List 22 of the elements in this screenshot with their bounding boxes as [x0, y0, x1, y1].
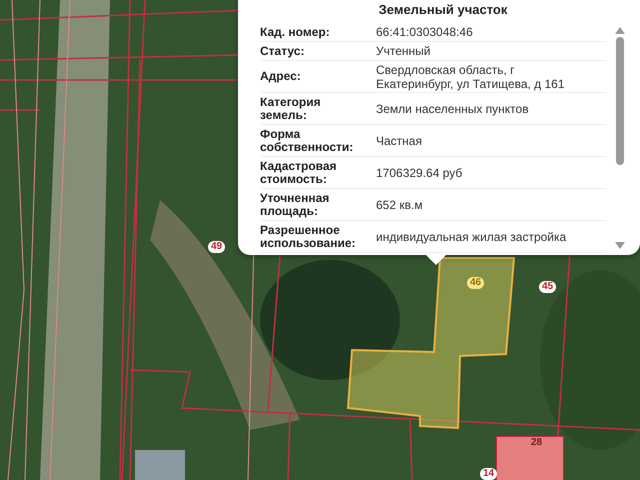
- field-label: Форма собственности:: [260, 128, 352, 154]
- parcel-number: 28: [530, 437, 544, 449]
- building-outline: [496, 436, 564, 480]
- field-value: 1706329.64 руб: [376, 166, 464, 180]
- field-value: 652 кв.м: [376, 198, 424, 212]
- field-value: Свердловская область, г Екатеринбург, ул Татищева, д 161: [376, 62, 566, 90]
- field-label: Адрес:: [260, 70, 302, 83]
- field-value: Земли населенных пунктов: [376, 102, 530, 116]
- scroll-down-icon[interactable]: [615, 242, 625, 249]
- field-value: Частная: [376, 134, 423, 148]
- field-value: 66:41:0303048:46: [376, 25, 474, 39]
- field-label: Кадастровая стоимость:: [260, 160, 338, 186]
- field-label: Разрешенное использование:: [260, 224, 352, 250]
- field-label: Уточненная площадь:: [260, 192, 330, 218]
- field-label: Статус:: [260, 44, 306, 58]
- scrollbar-thumb[interactable]: [616, 37, 624, 165]
- field-value: Учтенный: [376, 44, 432, 58]
- field-label: Категория земель:: [260, 96, 322, 122]
- popup-title: Земельный участок: [378, 2, 508, 19]
- scroll-up-icon[interactable]: [615, 27, 625, 34]
- field-value: индивидуальная жилая застройка: [376, 230, 568, 244]
- field-label: Кад. номер:: [260, 26, 331, 38]
